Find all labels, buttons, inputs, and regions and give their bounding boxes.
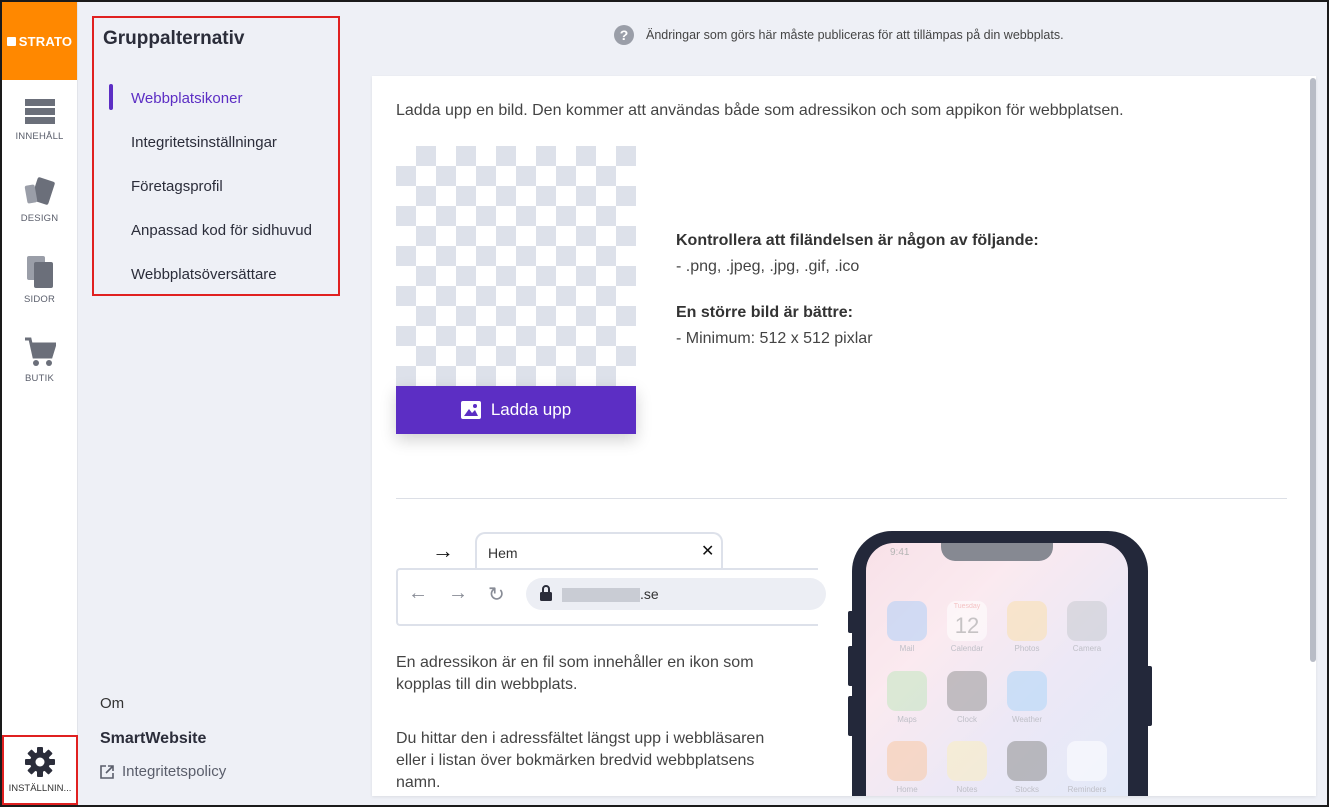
blurred-domain xyxy=(562,588,640,602)
rail-label-pages: SIDOR xyxy=(23,293,56,305)
site-icons-card: Ladda upp en bild. Den kommer att använd… xyxy=(372,76,1316,796)
lock-icon xyxy=(540,585,552,601)
phone-illustration: 9:41 Mail Tuesday 12 Calendar Photos Cam… xyxy=(852,531,1148,796)
cart-icon xyxy=(24,337,56,366)
arrow-right-icon: → xyxy=(432,538,454,563)
favicon-location-line-3: namn. xyxy=(396,774,441,791)
rail-label-shop: BUTIK xyxy=(25,372,54,384)
active-indicator xyxy=(109,84,113,110)
content-icon xyxy=(24,98,55,124)
privacy-policy-label: Integritetspolicy xyxy=(122,763,227,780)
strato-logo[interactable]: STRATO xyxy=(2,2,77,80)
icon-preview-placeholder xyxy=(396,146,636,386)
app-rail: STRATO INNEHÅLL DESIGN SIDOR BUTIK INSTÄ… xyxy=(2,2,78,805)
rail-label-content: INNEHÅLL xyxy=(15,130,64,142)
rail-item-content[interactable]: INNEHÅLL xyxy=(2,80,77,160)
rail-item-pages[interactable]: SIDOR xyxy=(2,240,77,320)
publish-notice-text: Ändringar som görs här måste publiceras … xyxy=(646,28,1064,42)
image-icon xyxy=(460,401,481,419)
favicon-location-line-1: Du hittar den i adressfältet längst upp … xyxy=(396,730,765,747)
favicon-location-line-2: eller i listan över bokmärken bredvid we… xyxy=(396,752,755,769)
menu-item-company-profile[interactable]: Företagsprofil xyxy=(131,178,223,195)
rail-label-settings: INSTÄLLNIN... xyxy=(8,782,72,794)
settings-panel: Gruppalternativ Webbplatsikoner Integrit… xyxy=(79,2,355,805)
upload-button[interactable]: Ladda upp xyxy=(396,386,636,434)
phone-screen: 9:41 Mail Tuesday 12 Calendar Photos Cam… xyxy=(866,543,1128,796)
section-divider xyxy=(396,498,1287,499)
menu-item-site-translator[interactable]: Webbplatsöversättare xyxy=(131,266,277,283)
reload-icon: ↻ xyxy=(488,584,505,606)
menu-item-site-icons[interactable]: Webbplatsikoner xyxy=(131,90,242,107)
rail-item-settings[interactable]: INSTÄLLNIN... xyxy=(2,735,78,805)
content-scrollbar[interactable] xyxy=(1310,78,1316,662)
back-icon: ← xyxy=(408,582,428,604)
privacy-policy-link[interactable]: Integritetspolicy xyxy=(100,763,226,780)
help-icon[interactable]: ? xyxy=(614,25,634,45)
size-title: En större bild är bättre: xyxy=(676,304,853,321)
logo-mark-icon xyxy=(6,36,16,46)
rail-label-design: DESIGN xyxy=(20,212,59,224)
publish-notice: ? Ändringar som görs här måste publicera… xyxy=(614,25,1064,45)
close-icon: ✕ xyxy=(701,543,715,560)
panel-title: Gruppalternativ xyxy=(103,28,245,49)
intro-text: Ladda upp en bild. Den kommer att använd… xyxy=(396,102,1124,119)
favicon-description: En adressikon är en fil som innehåller e… xyxy=(396,652,796,696)
product-name: SmartWebsite xyxy=(100,730,207,747)
about-label: Om xyxy=(100,695,125,712)
design-icon xyxy=(24,176,55,205)
size-minimum: - Minimum: 512 x 512 pixlar xyxy=(676,330,873,347)
favicon-description-line-1: En adressikon är en fil som innehåller e… xyxy=(396,654,754,671)
upload-button-label: Ladda upp xyxy=(490,400,572,419)
menu-item-custom-header-code[interactable]: Anpassad kod för sidhuvud xyxy=(131,222,312,239)
extension-list: - .png, .jpeg, .jpg, .gif, .ico xyxy=(676,258,860,275)
browser-tab-label: Hem xyxy=(488,545,518,561)
menu-highlight-box xyxy=(92,16,340,296)
external-link-icon xyxy=(100,764,114,779)
favicon-description-line-2: kopplas till din webbplats. xyxy=(396,676,578,693)
rail-item-shop[interactable]: BUTIK xyxy=(2,320,77,400)
extension-title: Kontrollera att filändelsen är någon av … xyxy=(676,232,1039,249)
domain-suffix: .se xyxy=(640,586,659,602)
favicon-location-description: Du hittar den i adressfältet längst upp … xyxy=(396,728,796,794)
forward-icon: → xyxy=(448,582,468,604)
pages-icon xyxy=(26,255,53,288)
menu-item-privacy-settings[interactable]: Integritetsinställningar xyxy=(131,134,277,151)
gear-icon xyxy=(25,746,55,777)
rail-item-design[interactable]: DESIGN xyxy=(2,160,77,240)
screen-overlay xyxy=(866,543,1128,796)
